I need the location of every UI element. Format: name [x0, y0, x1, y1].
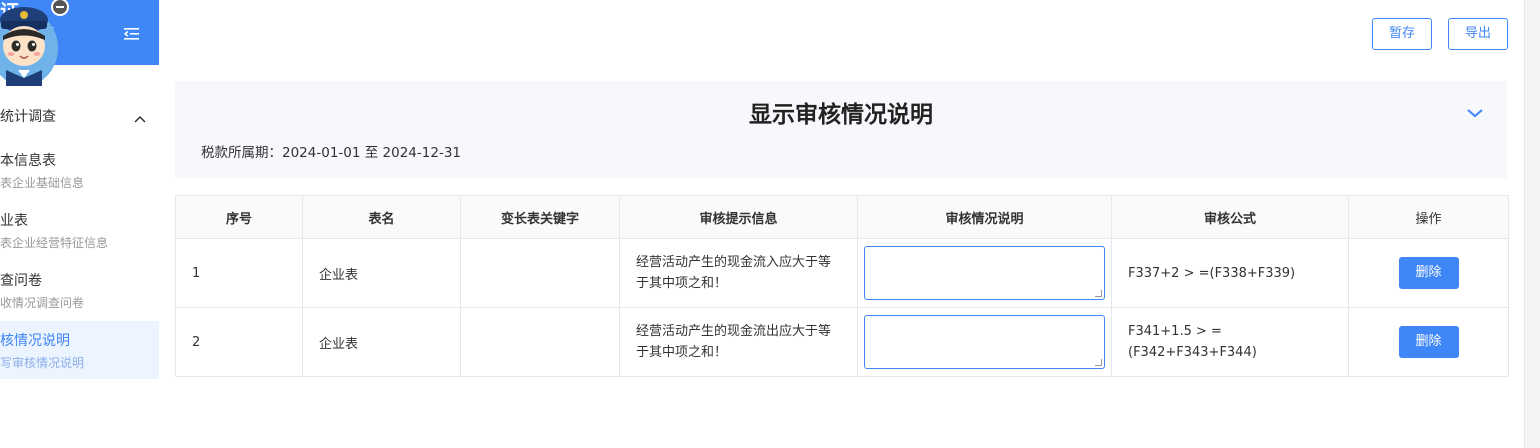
cell-formula: F337+2 > =(F338+F339) [1111, 238, 1349, 308]
menu-collapse-icon[interactable] [123, 26, 139, 45]
cell-key [460, 307, 620, 377]
header-panel: 显示审核情况说明 税款所属期：2024-01-01 至 2024-12-31 [175, 81, 1507, 178]
table-row: 2 企业表 经营活动产生的现金流出应大于等于其中项之和！ F341+1.5 > … [175, 307, 1509, 377]
cell-note [857, 307, 1112, 377]
delete-button[interactable]: 删除 [1398, 257, 1459, 289]
sidebar-item-basic-info[interactable]: 本信息表 表企业基础信息 [0, 141, 159, 199]
chevron-down-icon[interactable] [1467, 103, 1483, 122]
audit-note-textarea[interactable] [864, 246, 1105, 300]
audit-table: 序号 表名 变长表关键字 审核提示信息 审核情况说明 审核公式 操作 1 企业表… [175, 195, 1509, 377]
table-header-row: 序号 表名 变长表关键字 审核提示信息 审核情况说明 审核公式 操作 [175, 195, 1509, 239]
avatar [0, 0, 69, 86]
tax-period: 税款所属期：2024-01-01 至 2024-12-31 [201, 141, 461, 161]
delete-button[interactable]: 删除 [1398, 326, 1459, 358]
sidebar-item-description: 写审核情况说明 [0, 356, 85, 370]
menu-group-label: 统计调查 [0, 109, 56, 125]
page-scrollbar[interactable] [1524, 0, 1540, 448]
page-title: 显示审核情况说明 [749, 102, 933, 128]
column-header-message: 审核提示信息 [619, 195, 858, 239]
cell-index: 1 [175, 238, 303, 308]
audit-note-textarea[interactable] [864, 315, 1105, 369]
cell-key [460, 238, 620, 308]
sidebar-item-label: 业表 [0, 213, 28, 229]
tax-period-label: 税款所属期： [201, 145, 282, 161]
cell-action: 删除 [1348, 238, 1509, 308]
menu-group-statistics[interactable]: 统计调查 [0, 96, 159, 132]
column-header-index: 序号 [175, 195, 303, 239]
cell-formula: F341+1.5 > =(F342+F343+F344) [1111, 307, 1349, 377]
sidebar-item-description: 收情况调查问卷 [0, 296, 85, 310]
sidebar: 证 表 [0, 0, 159, 448]
column-header-action: 操作 [1348, 195, 1509, 239]
cell-table-name: 企业表 [302, 307, 461, 377]
sidebar-item-questionnaire[interactable]: 查问卷 收情况调查问卷 [0, 261, 159, 319]
cell-index: 2 [175, 307, 303, 377]
sidebar-item-description: 表企业经营特征信息 [0, 236, 109, 250]
column-header-formula: 审核公式 [1111, 195, 1349, 239]
sidebar-item-label: 查问卷 [0, 273, 42, 289]
sidebar-item-description: 表企业基础信息 [0, 176, 85, 190]
sidebar-item-label: 本信息表 [0, 153, 56, 169]
cell-note [857, 238, 1112, 308]
save-draft-button[interactable]: 暂存 [1372, 18, 1432, 50]
export-button[interactable]: 导出 [1448, 18, 1508, 50]
cell-action: 删除 [1348, 307, 1509, 377]
cell-message: 经营活动产生的现金流出应大于等于其中项之和！ [619, 307, 858, 377]
table-row: 1 企业表 经营活动产生的现金流入应大于等于其中项之和！ F337+2 > =(… [175, 238, 1509, 308]
cell-message: 经营活动产生的现金流入应大于等于其中项之和！ [619, 238, 858, 308]
sidebar-item-audit-notes[interactable]: 核情况说明 写审核情况说明 [0, 321, 159, 379]
column-header-key: 变长表关键字 [460, 195, 620, 239]
column-header-table-name: 表名 [302, 195, 461, 239]
column-header-note: 审核情况说明 [857, 195, 1112, 239]
cell-table-name: 企业表 [302, 238, 461, 308]
sidebar-item-enterprise[interactable]: 业表 表企业经营特征信息 [0, 201, 159, 259]
chevron-up-icon [134, 108, 146, 127]
sidebar-item-label: 核情况说明 [0, 333, 70, 349]
tax-period-value: 2024-01-01 至 2024-12-31 [282, 145, 461, 161]
